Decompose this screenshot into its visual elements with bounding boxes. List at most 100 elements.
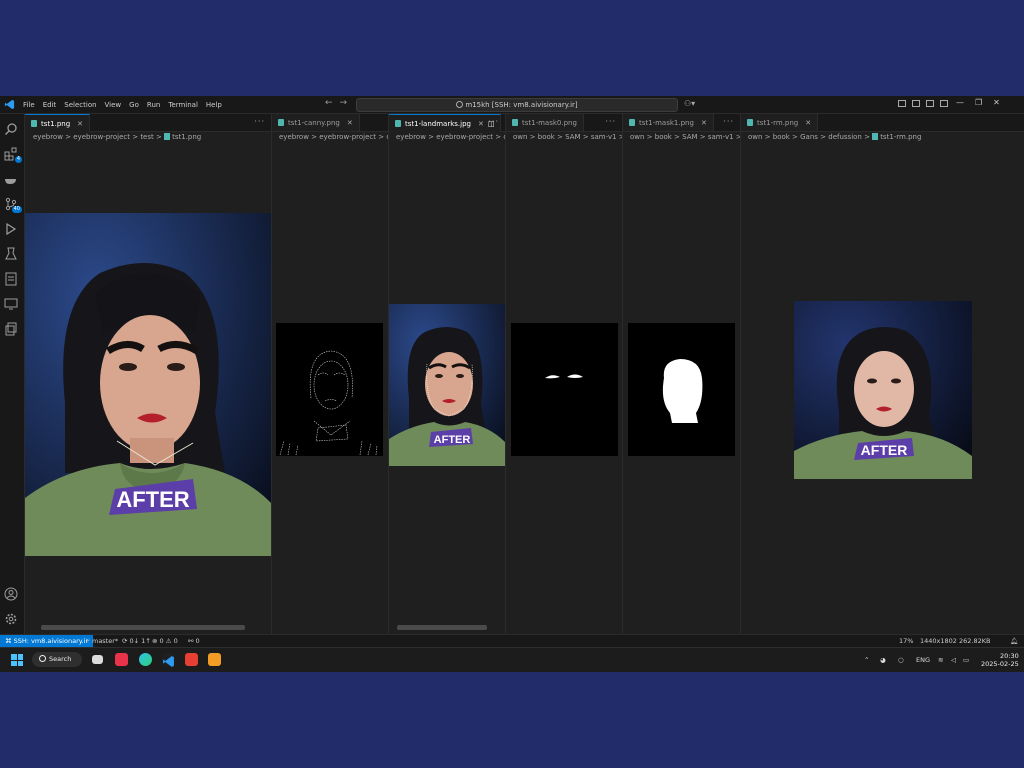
tray-app-icon[interactable]: ◕ <box>880 648 886 672</box>
error-icon: ⊗ <box>152 637 158 645</box>
menu-go[interactable]: Go <box>125 101 143 109</box>
edge-browser-icon[interactable] <box>139 653 152 666</box>
taskbar-search[interactable]: Search <box>32 652 82 667</box>
search-icon <box>39 655 46 662</box>
notes-icon[interactable] <box>4 271 20 287</box>
menu-file[interactable]: File <box>19 101 39 109</box>
menu-help[interactable]: Help <box>202 101 226 109</box>
close-tab-icon[interactable]: ✕ <box>77 120 83 128</box>
close-tab-icon[interactable]: ✕ <box>478 120 484 128</box>
portrait-image: AFTER <box>25 213 271 556</box>
maximize-icon[interactable]: ❐ <box>975 98 982 107</box>
horizontal-scrollbar[interactable] <box>397 625 487 630</box>
close-window-icon[interactable]: ✕ <box>993 98 1000 107</box>
more-actions-icon[interactable]: ··· <box>723 117 734 126</box>
search-icon <box>456 101 464 108</box>
image-file-icon <box>31 120 37 127</box>
account-icon[interactable] <box>4 586 20 602</box>
tab-tst1-mask1[interactable]: tst1-mask1.png ✕ <box>623 114 714 131</box>
docker-icon[interactable] <box>4 171 20 187</box>
tray-chevron-icon[interactable]: ⌃ <box>864 648 869 672</box>
breadcrumb-path: eyebrow > eyebrow-project > outpu <box>279 133 388 141</box>
menu-selection[interactable]: Selection <box>60 101 100 109</box>
command-center[interactable]: m15kh [SSH: vm8.aivisionary.ir] <box>356 98 678 112</box>
landmarks-image: AFTER <box>389 304 505 466</box>
clock[interactable]: 20:30 2025-02-25 <box>981 652 1019 668</box>
copy-icon[interactable] <box>4 321 20 337</box>
breadcrumb-path: own > book > SAM > sam-v1 > im <box>630 133 741 141</box>
source-control-icon[interactable]: 40 <box>4 196 22 213</box>
more-actions-icon[interactable]: ··· <box>605 117 616 126</box>
orange-app-icon[interactable] <box>208 653 221 666</box>
editor-pane-canny: tst1-canny.png ✕ eyebrow > eyebrow-projec… <box>272 114 389 634</box>
explorer-search-icon[interactable] <box>4 121 20 137</box>
breadcrumb: eyebrow > eyebrow-project > outpu <box>279 133 388 141</box>
tab-tst1-canny[interactable]: tst1-canny.png ✕ <box>272 114 360 131</box>
sync-indicator[interactable]: ⟳ 0↓ 1↑ <box>122 635 151 647</box>
horizontal-scrollbar[interactable] <box>41 625 245 630</box>
more-actions-icon[interactable]: ··· <box>488 117 499 126</box>
minimize-icon[interactable]: — <box>956 98 964 107</box>
run-debug-icon[interactable] <box>4 221 20 237</box>
testing-icon[interactable] <box>4 246 20 262</box>
remote-indicator[interactable]: ⌘ SSH: vm8.aivisionary.ir <box>0 635 94 647</box>
tab-tst1[interactable]: tst1.png ✕ <box>25 114 91 132</box>
tab-label: tst1-rm.png <box>757 118 799 127</box>
tab-tst1-mask0[interactable]: tst1-mask0.png <box>506 114 584 131</box>
remote-label: SSH: vm8.aivisionary.ir <box>13 637 89 645</box>
menu-run[interactable]: Run <box>143 101 164 109</box>
layout-editor-icon[interactable] <box>912 100 920 107</box>
layout-panel-icon[interactable] <box>926 100 934 107</box>
tab-tst1-rm[interactable]: tst1-rm.png ✕ <box>741 114 819 131</box>
vscode-taskbar-icon[interactable] <box>162 653 175 667</box>
recorder-app-icon[interactable] <box>185 653 198 666</box>
image-file-icon <box>747 119 753 126</box>
layout-sidebar-icon[interactable] <box>898 100 906 107</box>
remote-explorer-icon[interactable] <box>4 296 20 312</box>
image-file-icon <box>395 120 401 127</box>
menu-terminal[interactable]: Terminal <box>164 101 202 109</box>
taskbar-search-label: Search <box>49 655 72 663</box>
sync-label: 0↓ 1↑ <box>129 637 151 645</box>
tab-bar: tst1.png ✕ ··· <box>25 114 271 132</box>
breadcrumb: own > book > Gans > defussion > tst1-rm.… <box>748 133 921 141</box>
task-view-icon[interactable] <box>92 655 103 664</box>
image-file-icon <box>872 133 879 140</box>
forward-arrow-icon[interactable]: → <box>340 98 348 108</box>
mask1-image <box>628 323 735 456</box>
tray-circle-icon[interactable]: ○ <box>898 648 904 672</box>
more-actions-icon[interactable]: ··· <box>254 117 265 126</box>
menu-view[interactable]: View <box>101 101 126 109</box>
battery-icon[interactable]: ▭ <box>963 648 969 672</box>
image-file-icon <box>164 133 171 140</box>
image-file-icon <box>278 119 284 126</box>
zoom-level[interactable]: 17% <box>899 635 913 647</box>
branch-label: master* <box>91 637 119 645</box>
tab-label: tst1-mask0.png <box>522 118 577 127</box>
close-tab-icon[interactable]: ✕ <box>347 119 353 127</box>
app-red-grid-icon[interactable] <box>115 653 128 666</box>
tab-bar: tst1-canny.png ✕ <box>272 114 388 132</box>
problems-indicator[interactable]: ⊗ 0 ⚠ 0 <box>152 635 178 647</box>
ports-indicator[interactable]: ⚯ 0 <box>188 635 200 647</box>
after-badge-text: AFTER <box>434 434 471 446</box>
close-tab-icon[interactable]: ✕ <box>805 119 811 127</box>
sync-icon: ⟳ <box>122 637 128 645</box>
volume-icon[interactable]: ◁ <box>951 648 956 672</box>
extensions-icon[interactable]: 4 <box>4 146 22 163</box>
eyebrow-mask-image <box>511 323 618 456</box>
notifications-bell-icon[interactable]: 🔔︎ <box>1010 635 1018 647</box>
extensions-badge: 4 <box>14 156 22 163</box>
copilot-icon[interactable]: ⚇▾ <box>684 99 695 108</box>
tab-bar: tst1-mask1.png ✕ ··· <box>623 114 740 132</box>
tab-tst1-landmarks[interactable]: tst1-landmarks.jpg ✕ ◫ <box>389 114 502 132</box>
settings-gear-icon[interactable] <box>4 611 20 627</box>
layout-secondary-icon[interactable] <box>940 100 948 107</box>
language-indicator[interactable]: ENG <box>916 648 930 672</box>
back-arrow-icon[interactable]: ← <box>325 98 333 108</box>
branch-indicator[interactable]: ⑂ master* <box>86 635 118 647</box>
menu-edit[interactable]: Edit <box>39 101 61 109</box>
close-tab-icon[interactable]: ✕ <box>701 119 707 127</box>
wifi-icon[interactable]: ≋ <box>938 648 943 672</box>
windows-start-icon[interactable] <box>11 654 23 666</box>
